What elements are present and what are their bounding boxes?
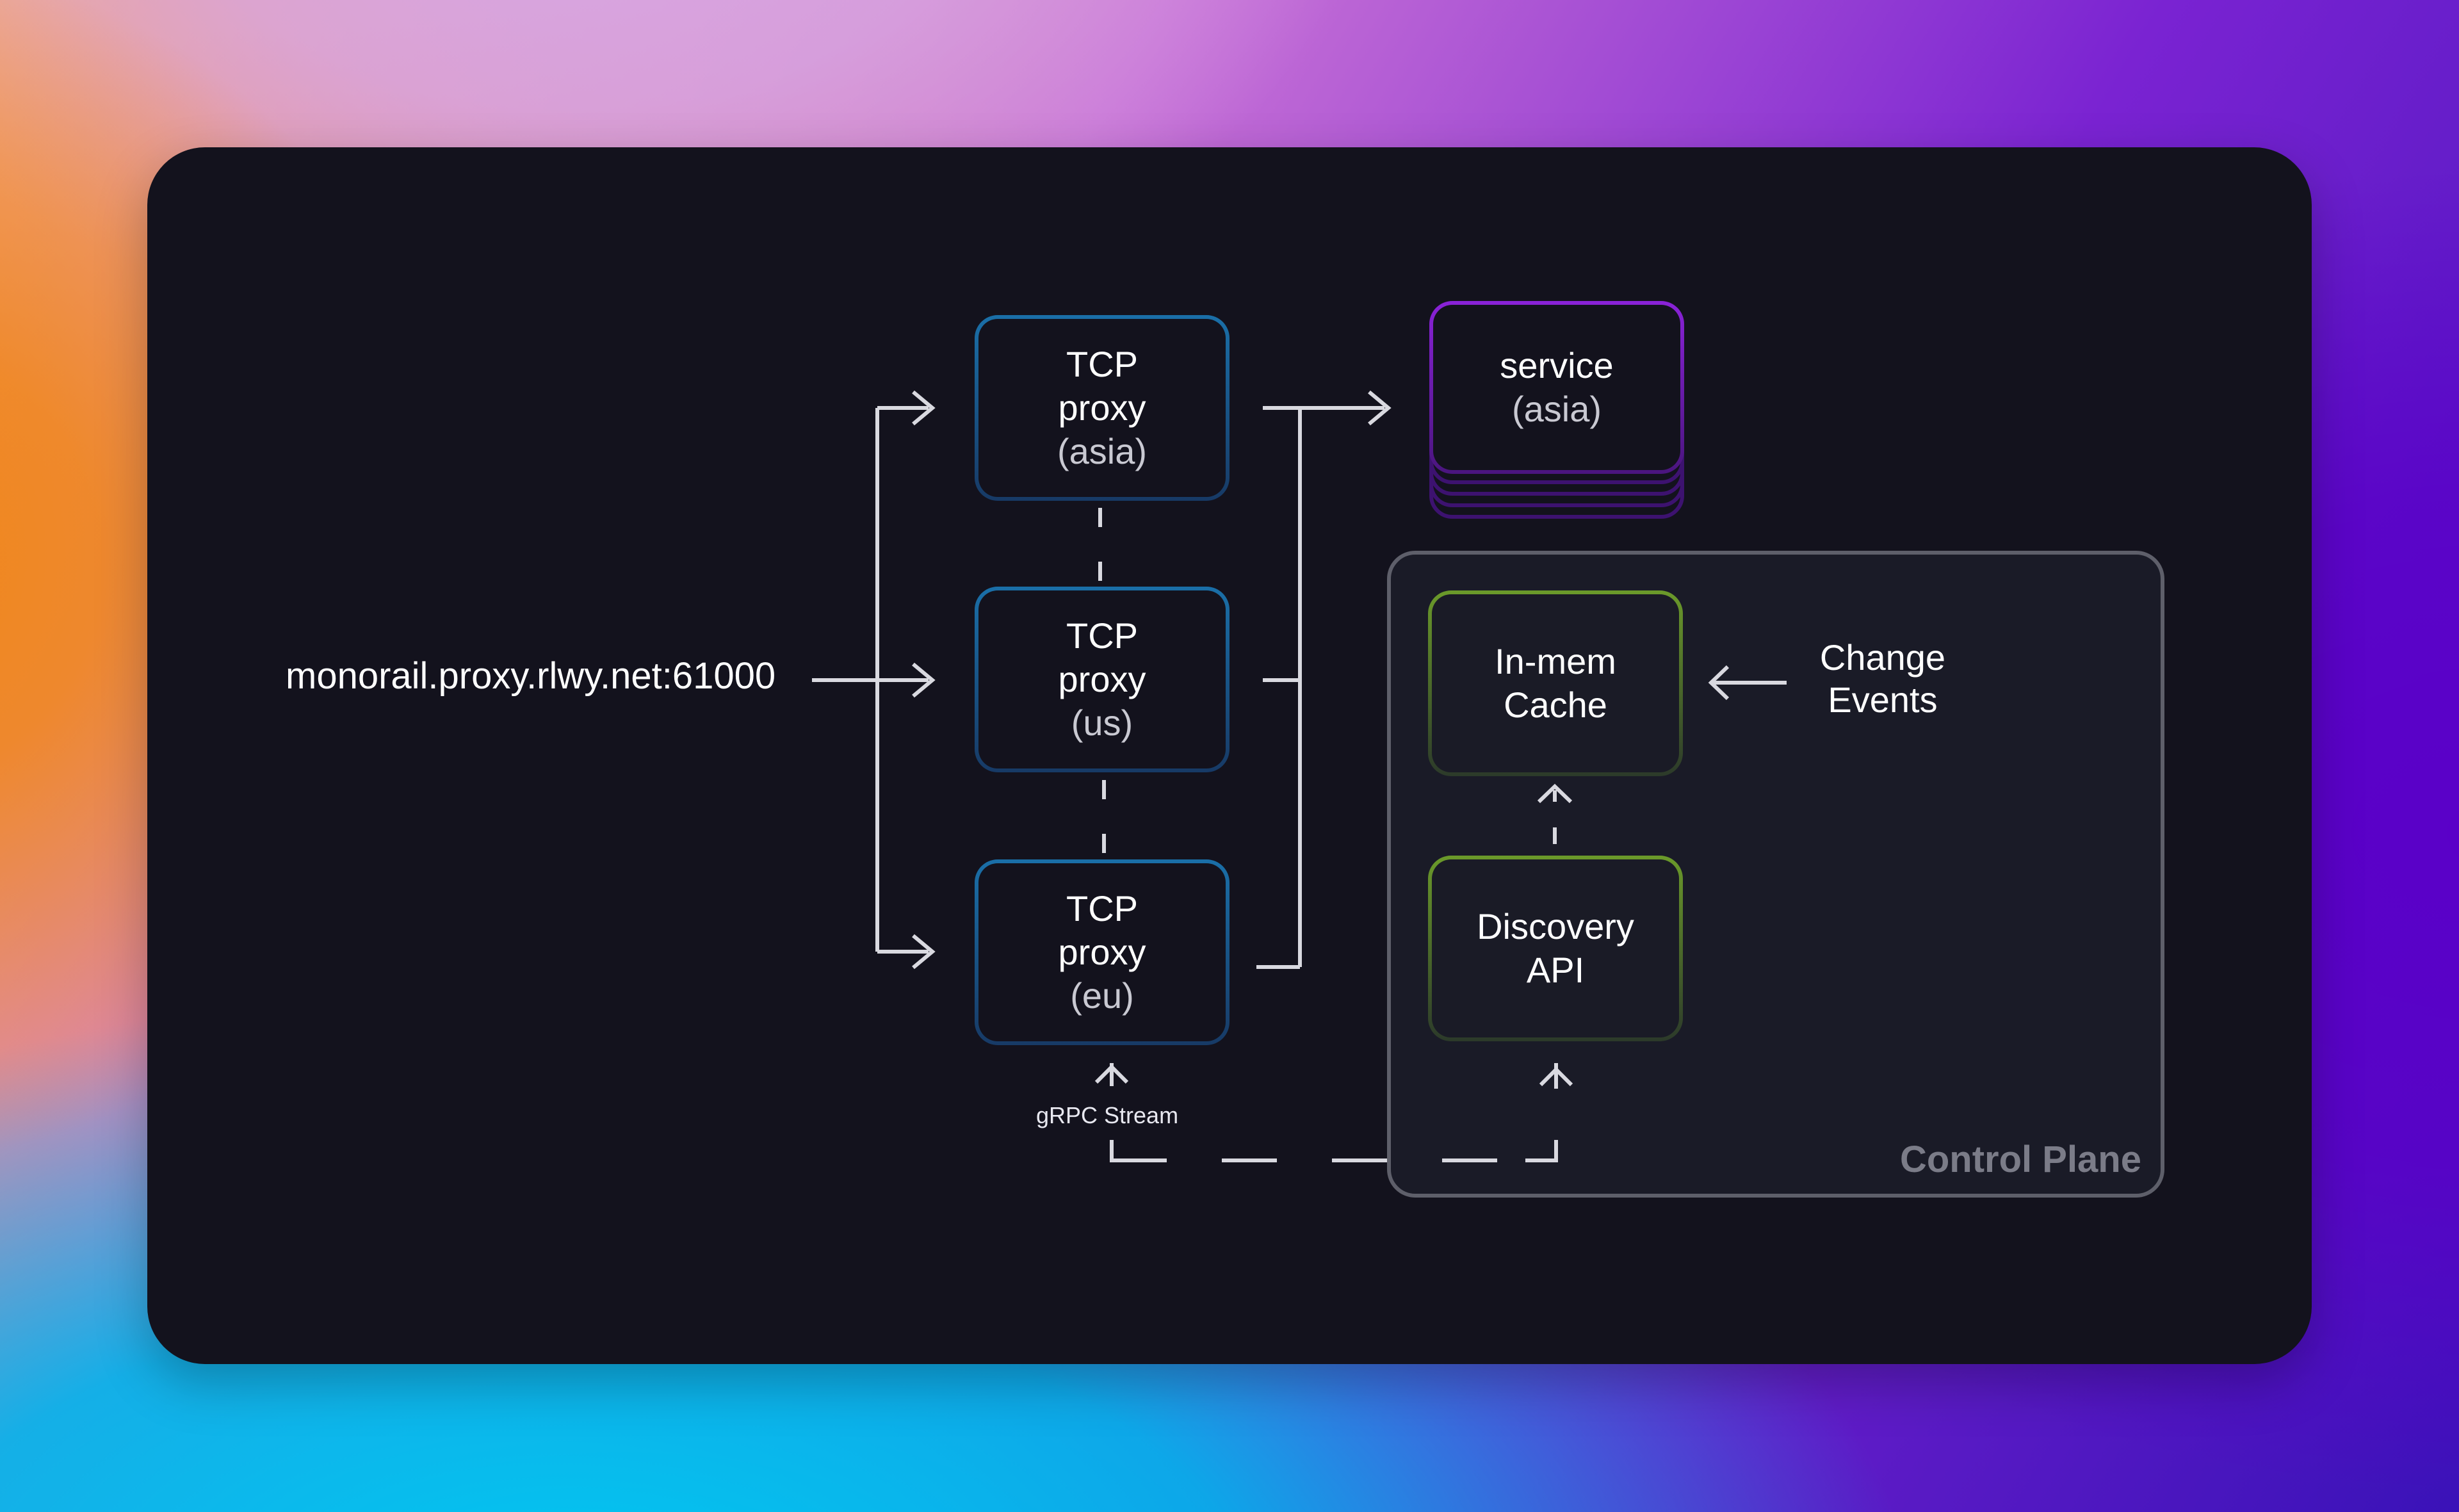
service-title: service	[1500, 345, 1614, 386]
tcp-proxy-asia: TCP proxy (asia)	[975, 315, 1230, 501]
cache-line2: Cache	[1504, 685, 1607, 725]
proxy-line2: proxy	[1058, 387, 1146, 428]
grpc-right-stub	[1525, 1140, 1558, 1162]
proxy-title: TCP	[1066, 615, 1138, 656]
proxy-line2: proxy	[1058, 659, 1146, 699]
proxy-region: (asia)	[1057, 431, 1148, 471]
tcp-proxy-us: TCP proxy (us)	[975, 587, 1230, 772]
change-events-line1: Change	[1819, 637, 1946, 678]
discovery-api: Discovery API	[1428, 856, 1683, 1041]
discovery-line2: API	[1526, 950, 1585, 990]
endpoint-label: monorail.proxy.rlwy.net:61000	[286, 655, 776, 697]
proxy-title: TCP	[1066, 344, 1138, 384]
background: Control Plane monorail.proxy.rlwy.net:61…	[0, 0, 2459, 1512]
connectors	[812, 390, 1787, 1162]
cache-line1: In-mem	[1495, 641, 1616, 681]
discovery-line1: Discovery	[1477, 906, 1634, 947]
proxy-region: (us)	[1071, 703, 1133, 743]
service-asia: service (asia)	[1429, 301, 1684, 474]
grpc-left-stub	[1110, 1140, 1140, 1162]
proxy-region: (eu)	[1070, 975, 1134, 1016]
change-events-label: Change Events	[1774, 637, 1992, 721]
change-events-line2: Events	[1828, 679, 1938, 720]
in-mem-cache: In-mem Cache	[1428, 590, 1683, 776]
proxy-line2: proxy	[1058, 932, 1146, 972]
tcp-proxy-eu: TCP proxy (eu)	[975, 859, 1230, 1045]
grpc-stream-label: gRPC Stream	[1036, 1102, 1179, 1128]
proxy-title: TCP	[1066, 888, 1138, 929]
service-region: (asia)	[1511, 389, 1602, 429]
